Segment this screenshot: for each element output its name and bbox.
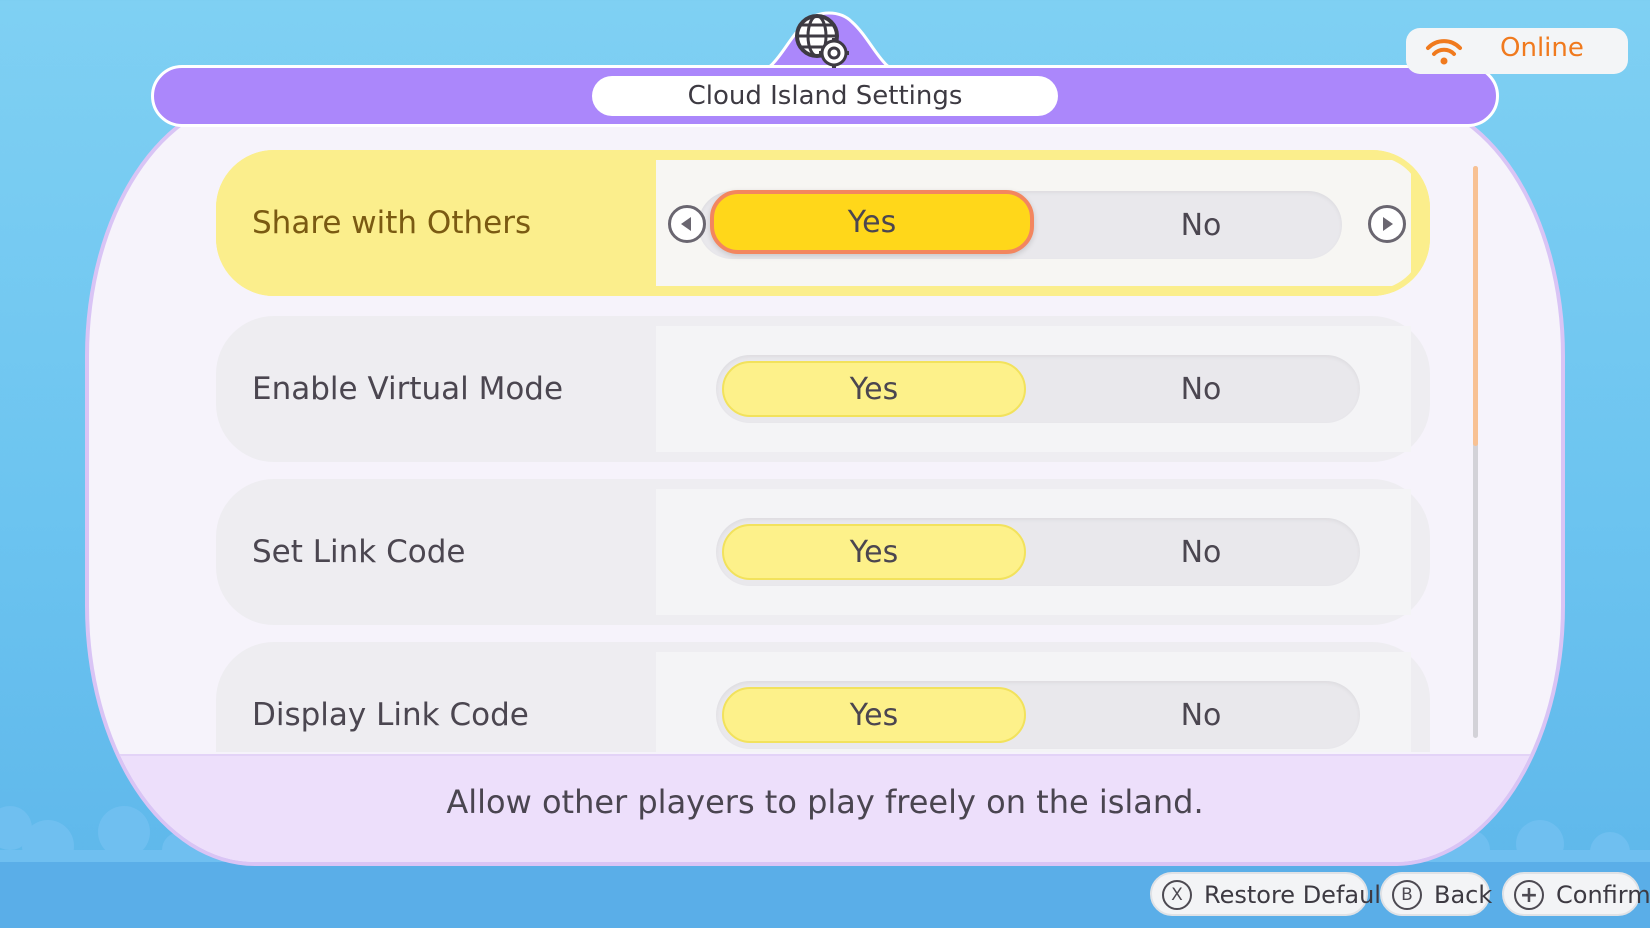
plus-button-icon: + bbox=[1514, 880, 1544, 910]
arrow-right-icon[interactable] bbox=[1368, 205, 1406, 243]
globe-gear-icon bbox=[795, 14, 849, 68]
description-text: Allow other players to play freely on th… bbox=[446, 783, 1204, 821]
option-yes-button[interactable]: Yes bbox=[722, 361, 1026, 417]
option-no-button[interactable]: No bbox=[1106, 197, 1296, 253]
confirm-button[interactable]: + Confirm bbox=[1502, 872, 1650, 916]
option-no-button[interactable]: No bbox=[1106, 361, 1296, 417]
restore-defaults-button[interactable]: X Restore Defaults bbox=[1150, 872, 1403, 916]
wifi-icon bbox=[1426, 39, 1462, 65]
setting-label: Share with Others bbox=[252, 205, 532, 241]
setting-label: Set Link Code bbox=[252, 534, 466, 570]
option-no-button[interactable]: No bbox=[1106, 524, 1296, 580]
option-yes-button[interactable]: Yes bbox=[722, 524, 1026, 580]
b-button-icon: B bbox=[1392, 880, 1422, 910]
setting-label: Display Link Code bbox=[252, 697, 529, 733]
confirm-label: Confirm bbox=[1556, 881, 1650, 909]
option-no-button[interactable]: No bbox=[1106, 687, 1296, 743]
option-yes-button[interactable]: Yes bbox=[722, 687, 1026, 743]
online-status-badge: Online bbox=[1406, 28, 1628, 74]
setting-label: Enable Virtual Mode bbox=[252, 371, 564, 407]
back-label: Back bbox=[1434, 881, 1493, 909]
restore-defaults-label: Restore Defaults bbox=[1204, 881, 1403, 909]
option-yes-button[interactable]: Yes bbox=[710, 190, 1034, 254]
online-status-label: Online bbox=[1500, 33, 1584, 63]
back-button[interactable]: B Back bbox=[1380, 872, 1493, 916]
arrow-left-icon[interactable] bbox=[668, 205, 706, 243]
x-button-icon: X bbox=[1162, 880, 1192, 910]
page-title: Cloud Island Settings bbox=[592, 76, 1058, 116]
scrollbar-thumb[interactable] bbox=[1473, 166, 1478, 446]
